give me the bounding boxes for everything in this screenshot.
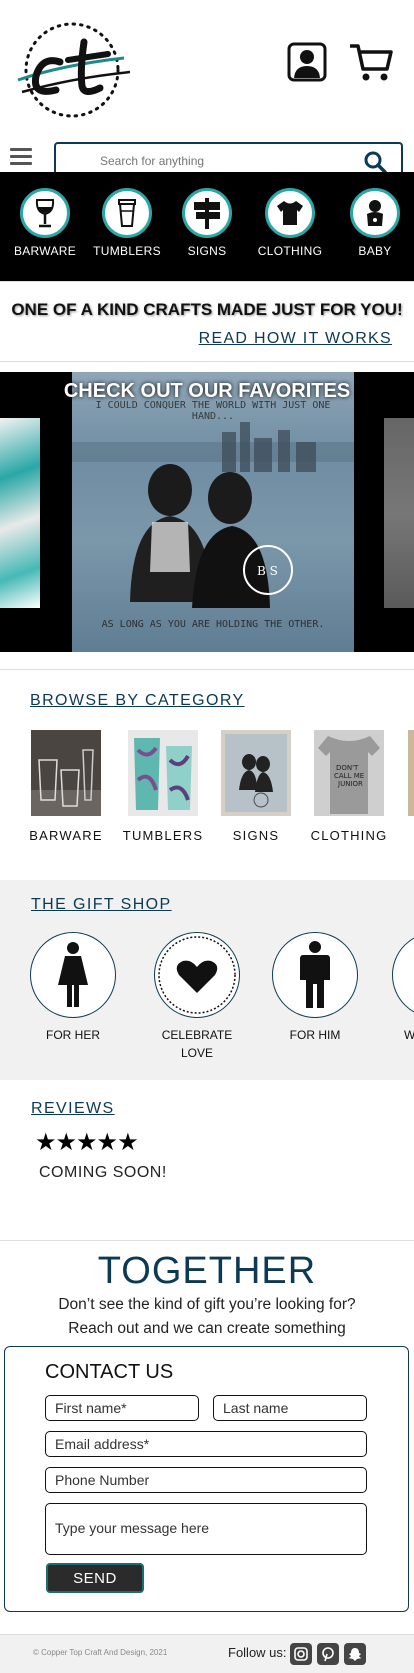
browse-label: TUMBLERS [122,828,204,843]
snapchat-icon[interactable] [344,1643,366,1665]
carousel-prev-slide[interactable] [0,418,40,608]
reviews-section: REVIEWS ★★★★★ COMING SOON! [0,1080,414,1240]
slide-quote-bottom: AS LONG AS YOU ARE HOLDING THE OTHER. [101,619,325,630]
browse-item-tumblers[interactable]: TUMBLERS [121,730,205,843]
tagline-headline: ONE OF A KIND CRAFTS MADE JUST FOR YOU! [11,300,403,319]
gift-label: FOR HIM [289,1028,341,1042]
heart-icon [158,936,236,1014]
divider [0,361,414,362]
browse-title[interactable]: BROWSE BY CATEGORY [30,692,245,710]
baby-icon [367,200,383,226]
favorites-title: CHECK OUT OUR FAVORITES [63,380,351,402]
male-icon [300,941,330,1008]
gift-for-him[interactable]: FOR HIM [270,932,360,1044]
contact-form: CONTACT US SEND [4,1346,409,1612]
carousel-current-slide[interactable]: I COULD CONQUER THE WORLD WITH JUST ONE … [72,372,354,652]
together-line-1: Don’t see the kind of gift you’re lookin… [58,1296,356,1313]
category-label: CLOTHING [257,244,323,258]
star-rating-icon: ★★★★★ [35,1128,139,1156]
gift-label-line: CELEBRATE [161,1028,233,1042]
svg-text:B S: B S [257,564,278,578]
category-tumblers[interactable]: TUMBLERS [87,188,167,258]
menu-icon[interactable] [10,148,32,168]
signs-thumbnail [221,730,291,816]
browse-label: SIGNS [232,828,280,843]
reviews-coming-soon: COMING SOON! [39,1164,167,1181]
browse-label: CLOTHING [310,828,388,843]
browse-item-barware[interactable]: BARWARE [26,730,106,843]
svg-text:CALL ME: CALL ME [334,772,364,780]
message-field[interactable] [45,1503,367,1555]
browse-label: BARWARE [29,828,103,843]
category-label: BABY [358,244,392,258]
search-icon[interactable] [363,150,387,174]
category-clothing[interactable]: CLOTHING [250,188,330,258]
tumblers-thumbnail [128,730,198,816]
divider [0,281,414,282]
divider [0,669,414,670]
divider [0,1240,414,1241]
clothing-thumbnail: DON'T CALL ME JUNIOR [314,730,384,816]
signpost-icon [194,198,220,229]
cart-icon[interactable] [348,42,394,82]
sign-artwork: B S [72,422,354,608]
category-baby[interactable]: BABY [335,188,414,258]
browse-section: BROWSE BY CATEGORY BARWARE TUMBLERS SIGN… [0,672,414,872]
category-label: TUMBLERS [93,244,161,258]
send-button[interactable]: SEND [46,1563,144,1593]
female-icon [58,942,88,1007]
contact-title: CONTACT US [45,1361,174,1383]
carousel-next-slide[interactable] [384,418,414,608]
category-signs[interactable]: SIGNS [167,188,247,258]
follow-us-label: Follow us: [228,1645,287,1660]
brand-logo[interactable] [12,20,132,120]
pinterest-icon[interactable] [317,1643,339,1665]
gift-shop-section: THE GIFT SHOP FOR HER CELEBRATE LOVE FOR… [0,880,414,1080]
copyright-text: © Copper Top Craft And Design, 2021 [33,1648,168,1657]
gift-celebrate-love[interactable]: CELEBRATE LOVE [150,932,244,1062]
gift-label-line: LOVE [180,1046,213,1060]
browse-item-signs[interactable]: SIGNS [221,730,291,843]
browse-item-partial[interactable] [408,730,414,816]
phone-field[interactable] [45,1467,367,1493]
tagline: ONE OF A KIND CRAFTS MADE JUST FOR YOU! [0,300,414,320]
svg-text:DON'T: DON'T [336,764,359,772]
read-how-it-works-link[interactable]: READ HOW IT WORKS [199,330,392,348]
gift-label: CELEBRATE LOVE [150,1026,244,1062]
tumbler-icon [118,199,136,227]
footer: © Copper Top Craft And Design, 2021 Foll… [0,1634,414,1673]
page: BARWARE TUMBLERS SIGNS [0,0,414,1673]
reviews-title[interactable]: REVIEWS [31,1100,115,1118]
category-label: BARWARE [13,244,77,258]
together-line-2: Reach out and we can create something [68,1320,346,1337]
favorites-carousel[interactable]: I COULD CONQUER THE WORLD WITH JUST ONE … [0,372,414,652]
category-strip: BARWARE TUMBLERS SIGNS CLOTHING BABY [0,172,414,282]
together-title: TOGETHER [97,1250,317,1292]
email-field[interactable] [45,1431,367,1457]
account-icon[interactable] [287,42,327,82]
header [0,0,414,140]
browse-item-clothing[interactable]: DON'T CALL ME JUNIOR CLOTHING [307,730,391,843]
wine-glass-icon [35,199,55,228]
svg-text:JUNIOR: JUNIOR [337,780,363,788]
first-name-field[interactable] [45,1395,199,1421]
category-label: SIGNS [187,244,227,258]
gift-label: FOR HER [46,1028,100,1042]
gift-partial[interactable]: W [392,932,414,1044]
last-name-field[interactable] [213,1395,367,1421]
shirt-icon [277,201,303,225]
together-section: TOGETHER Don’t see the kind of gift you’… [0,1250,414,1341]
barware-thumbnail [31,730,101,816]
category-barware[interactable]: BARWARE [5,188,85,258]
gift-shop-title[interactable]: THE GIFT SHOP [31,896,172,914]
gift-label: W [404,1028,414,1042]
instagram-icon[interactable] [290,1643,312,1665]
gift-for-her[interactable]: FOR HER [28,932,118,1044]
